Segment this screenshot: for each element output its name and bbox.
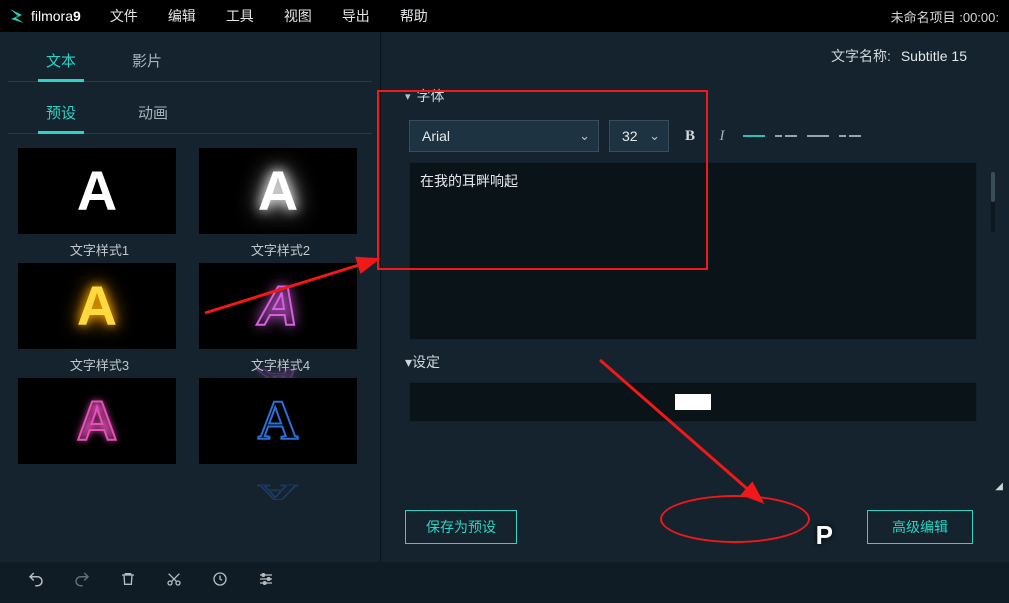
text-name-label: 文字名称: — [831, 48, 891, 64]
chevron-down-icon: ▾ — [405, 354, 412, 371]
section-settings-label: 设定 — [412, 352, 440, 372]
redo-icon[interactable] — [72, 569, 92, 589]
section-settings-header[interactable]: ▾ 设定 — [401, 340, 977, 382]
menubar: filmora9 文件 编辑 工具 视图 导出 帮助 未命名项目 :00:00: — [0, 0, 1009, 32]
preset-thumb: A — [18, 148, 176, 234]
subtab-preset[interactable]: 预设 — [38, 96, 84, 134]
text-content-textarea[interactable]: 在我的耳畔响起 — [409, 162, 977, 340]
font-family-value: Arial — [422, 128, 450, 144]
app-name: filmora — [31, 8, 73, 24]
preset-item-3[interactable]: A 文字样式3 — [18, 263, 181, 374]
color-swatch[interactable] — [675, 394, 711, 410]
text-name-row: 文字名称: Subtitle 15 — [831, 46, 967, 66]
menu-help[interactable]: 帮助 — [385, 0, 443, 32]
chevron-down-icon: ⌄ — [649, 128, 660, 144]
section-font-header[interactable]: ▾ 字体 — [401, 78, 977, 112]
text-content-value: 在我的耳畔响起 — [420, 173, 518, 189]
project-title-time: 未命名项目 :00:00: — [891, 7, 999, 26]
preset-label: 文字样式3 — [18, 355, 181, 374]
app-version: 9 — [73, 8, 81, 24]
preset-item-1[interactable]: A 文字样式1 — [18, 148, 181, 259]
cut-icon[interactable] — [164, 569, 184, 589]
scrollbar[interactable] — [991, 172, 995, 232]
section-font-label: 字体 — [417, 86, 445, 106]
preset-label: 文字样式2 — [199, 240, 362, 259]
chevron-down-icon: ▾ — [405, 90, 411, 103]
align-right-button[interactable] — [807, 125, 829, 147]
align-center-button[interactable] — [775, 125, 797, 147]
bold-button[interactable]: B — [679, 125, 701, 147]
preset-thumb: A — [199, 148, 357, 234]
italic-button[interactable]: I — [711, 125, 733, 147]
preset-item-2[interactable]: A 文字样式2 — [199, 148, 362, 259]
history-icon[interactable] — [210, 569, 230, 589]
advanced-edit-button[interactable]: 高级编辑 — [867, 510, 973, 544]
delete-icon[interactable] — [118, 569, 138, 589]
tab-text[interactable]: 文本 — [38, 44, 84, 82]
watermark-p-icon: P — [816, 520, 833, 551]
preset-thumb: A — [199, 263, 357, 349]
subtab-anim[interactable]: 动画 — [130, 96, 176, 133]
preset-item-4[interactable]: A 文字样式4 — [199, 263, 362, 374]
menu-tools[interactable]: 工具 — [211, 0, 269, 32]
right-panel: 文字名称: Subtitle 15 ▾ 字体 Arial ⌄ 32 ⌄ B I … — [380, 32, 1009, 562]
align-left-button[interactable] — [743, 125, 765, 147]
menu-edit[interactable]: 编辑 — [153, 0, 211, 32]
settings-icon[interactable] — [256, 569, 276, 589]
tab-clip[interactable]: 影片 — [124, 44, 170, 81]
preset-thumb: A — [18, 378, 176, 464]
undo-icon[interactable] — [26, 569, 46, 589]
preset-label: 文字样式1 — [18, 240, 181, 259]
logo-icon — [8, 7, 26, 25]
bottom-toolbar — [0, 562, 1009, 602]
preset-thumb: A — [199, 378, 357, 464]
menu-view[interactable]: 视图 — [269, 0, 327, 32]
preset-item-6[interactable]: A — [199, 378, 362, 470]
text-name-value: Subtitle 15 — [901, 48, 967, 64]
align-justify-button[interactable] — [839, 125, 861, 147]
app-logo: filmora9 — [0, 7, 95, 25]
menu-export[interactable]: 导出 — [327, 0, 385, 32]
left-panel: 文本 影片 预设 动画 A 文字样式1 A 文字样式2 A 文字样式3 A 文字… — [0, 32, 380, 562]
menu-file[interactable]: 文件 — [95, 0, 153, 32]
preset-item-5[interactable]: A — [18, 378, 181, 470]
preset-thumb: A — [18, 263, 176, 349]
resize-handle-icon[interactable]: ◢ — [995, 481, 1003, 492]
font-family-dropdown[interactable]: Arial ⌄ — [409, 120, 599, 152]
font-size-value: 32 — [622, 128, 638, 144]
save-as-preset-button[interactable]: 保存为预设 — [405, 510, 517, 544]
section-settings-body — [409, 382, 977, 422]
chevron-down-icon: ⌄ — [579, 128, 590, 144]
preset-grid: A 文字样式1 A 文字样式2 A 文字样式3 A 文字样式4 A A — [8, 134, 372, 470]
font-size-dropdown[interactable]: 32 ⌄ — [609, 120, 669, 152]
